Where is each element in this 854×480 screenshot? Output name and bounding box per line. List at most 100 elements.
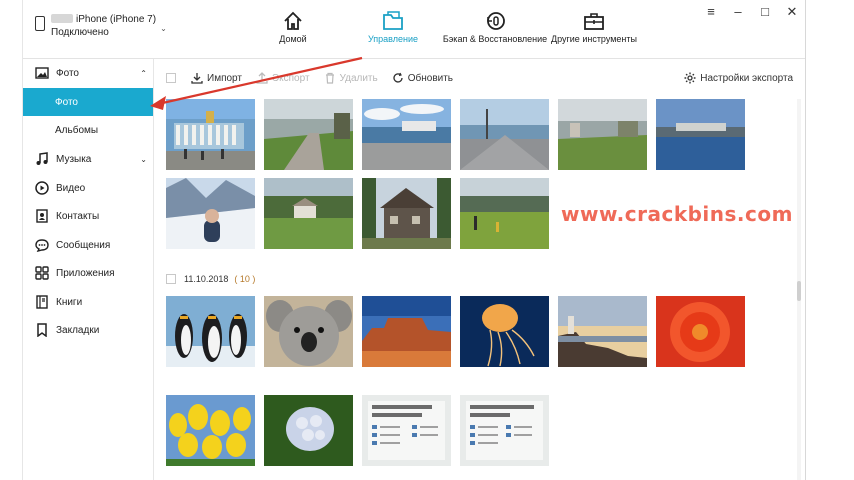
photo-row (166, 395, 549, 466)
photo-thumbnail[interactable] (166, 395, 255, 466)
photo-row (166, 296, 745, 367)
nav-manage-label: Управление (367, 34, 419, 44)
photo-thumbnail[interactable] (460, 178, 549, 249)
photo-thumbnail[interactable] (558, 296, 647, 367)
import-label: Импорт (207, 72, 242, 84)
bookmark-icon (35, 323, 49, 337)
scrollbar-thumb[interactable] (797, 281, 801, 301)
sidebar-item-music[interactable]: Музыка ⌄ (23, 145, 153, 173)
device-selector[interactable]: iPhone (iPhone 7) Подключено ⌄ (35, 14, 167, 38)
nav-manage[interactable]: Управление (361, 8, 425, 44)
sidebar-item-label: Сообщения (56, 239, 111, 251)
device-name-text: iPhone (iPhone 7) (76, 14, 157, 25)
message-icon (35, 238, 49, 252)
apps-icon (35, 266, 49, 280)
refresh-button[interactable]: Обновить (392, 72, 453, 84)
close-icon[interactable]: ✕ (785, 4, 799, 20)
chevron-up-icon: ⌃ (140, 68, 147, 78)
photo-thumbnail[interactable] (264, 99, 353, 170)
device-name: iPhone (iPhone 7) (51, 14, 156, 25)
photo-thumbnail[interactable] (362, 178, 451, 249)
export-settings-label: Настройки экспорта (700, 72, 793, 84)
play-icon (35, 181, 49, 195)
music-icon (35, 152, 49, 166)
photo-thumbnail[interactable] (264, 296, 353, 367)
sidebar-item-messages[interactable]: Сообщения (23, 231, 153, 259)
phone-icon (35, 16, 45, 31)
sidebar-item-label: Фото (56, 67, 79, 79)
delete-label: Удалить (339, 72, 378, 84)
folder-icon (361, 8, 425, 34)
sidebar-subitem-photos[interactable]: Фото (23, 88, 153, 116)
photo-thumbnail[interactable] (166, 178, 255, 249)
delete-button[interactable]: Удалить (324, 72, 378, 84)
group-date: 11.10.2018 (184, 274, 229, 284)
photo-thumbnail[interactable] (264, 395, 353, 466)
sidebar-item-photos[interactable]: Фото ⌃ (23, 59, 153, 87)
chevron-down-icon[interactable]: ⌄ (160, 24, 167, 33)
sidebar-item-contacts[interactable]: Контакты (23, 202, 153, 230)
sidebar-item-label: Музыка (56, 153, 92, 165)
trash-icon (324, 72, 336, 84)
date-group-header: 11.10.2018 ( 10 ) (166, 274, 255, 284)
nav-home-label: Домой (279, 34, 307, 44)
sidebar-item-bookmarks[interactable]: Закладки (23, 316, 153, 344)
device-owner-blur (51, 14, 73, 23)
sidebar-subitem-albums[interactable]: Альбомы (23, 116, 153, 144)
nav-tools-label: Другие инструменты (551, 34, 637, 44)
import-button[interactable]: Импорт (191, 72, 242, 84)
refresh-icon (392, 72, 404, 84)
book-icon (35, 295, 49, 309)
sidebar-item-video[interactable]: Видео (23, 174, 153, 202)
photo-thumbnail[interactable] (166, 99, 255, 170)
photo-thumbnail[interactable] (460, 395, 549, 466)
sidebar-item-apps[interactable]: Приложения (23, 259, 153, 287)
sidebar: Фото ⌃ Фото Альбомы Музыка ⌄ Видео Конта… (23, 59, 154, 480)
nav-tools[interactable]: Другие инструменты (549, 8, 639, 44)
sidebar-item-books[interactable]: Книги (23, 288, 153, 316)
photo-thumbnail[interactable] (460, 99, 549, 170)
maximize-icon[interactable]: □ (758, 4, 772, 20)
photo-thumbnail[interactable] (656, 99, 745, 170)
device-status: Подключено (51, 27, 109, 38)
photo-thumbnail[interactable] (656, 296, 745, 367)
photo-thumbnail[interactable] (264, 178, 353, 249)
top-bar: iPhone (iPhone 7) Подключено ⌄ Домой Упр… (23, 0, 805, 59)
group-checkbox[interactable] (166, 274, 176, 284)
image-icon (35, 66, 49, 80)
contacts-icon (35, 209, 49, 223)
photo-row (166, 178, 549, 249)
nav-backup-label: Бэкап & Восстановление (442, 34, 548, 44)
photo-thumbnail[interactable] (362, 395, 451, 466)
menu-icon[interactable]: ≡ (704, 4, 718, 20)
photo-thumbnail[interactable] (558, 99, 647, 170)
select-all-checkbox[interactable] (166, 73, 176, 83)
sidebar-item-label: Книги (56, 296, 83, 308)
export-label: Экспорт (271, 72, 310, 84)
minimize-icon[interactable]: – (731, 4, 745, 20)
export-icon (256, 72, 268, 84)
photo-thumbnail[interactable] (460, 296, 549, 367)
nav-backup[interactable]: Бэкап & Восстановление (441, 8, 549, 44)
chevron-down-icon: ⌄ (140, 154, 147, 164)
export-settings-button[interactable]: Настройки экспорта (684, 59, 793, 97)
app-window: iPhone (iPhone 7) Подключено ⌄ Домой Упр… (22, 0, 806, 480)
import-icon (191, 72, 203, 84)
sidebar-item-label: Приложения (56, 267, 115, 279)
refresh-label: Обновить (407, 72, 454, 84)
home-icon (273, 8, 313, 34)
watermark-text: www.crackbins.com (561, 202, 793, 226)
sidebar-item-label: Закладки (56, 324, 100, 336)
window-controls: ≡ – □ ✕ (704, 4, 799, 20)
nav-home[interactable]: Домой (273, 8, 313, 44)
toolbar: Импорт Экспорт Удалить Обновить Настройк… (154, 59, 805, 97)
photo-thumbnail[interactable] (166, 296, 255, 367)
photo-content: Импорт Экспорт Удалить Обновить Настройк… (154, 59, 805, 480)
toolbox-icon (549, 8, 639, 34)
backup-icon (441, 8, 549, 34)
vertical-scrollbar[interactable] (797, 99, 801, 480)
gear-icon (684, 72, 696, 84)
photo-thumbnail[interactable] (362, 296, 451, 367)
photo-thumbnail[interactable] (362, 99, 451, 170)
export-button[interactable]: Экспорт (256, 72, 310, 84)
